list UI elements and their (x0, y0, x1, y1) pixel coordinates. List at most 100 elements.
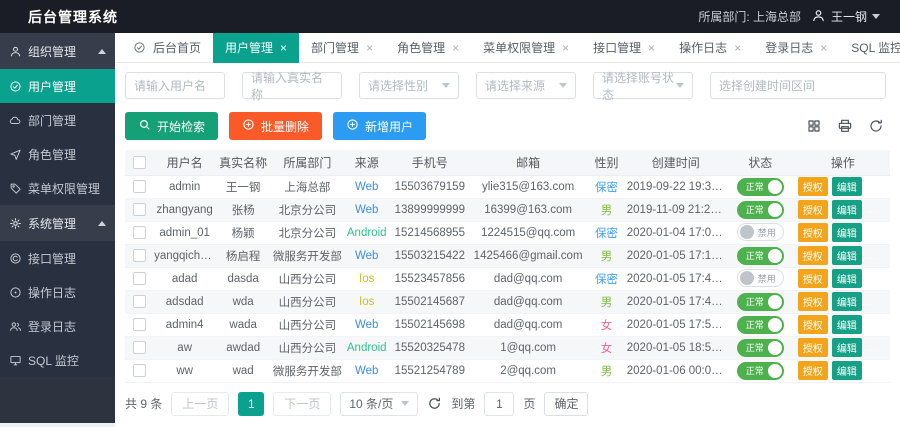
department-cell: 微服务开发部 (271, 244, 344, 267)
source-filter[interactable]: 请选择来源 (476, 72, 576, 99)
status-label: 正常 (746, 341, 764, 354)
status-toggle-off[interactable]: 禁用 (737, 223, 784, 241)
sidebar-item-label: 菜单权限管理 (28, 180, 100, 197)
realname-filter[interactable]: 请输入真实名称 (242, 72, 342, 99)
monitor-icon (9, 354, 22, 367)
edit-button[interactable]: 编辑 (832, 292, 862, 311)
tab-label: 部门管理 (311, 39, 359, 56)
row-checkbox[interactable] (133, 180, 146, 193)
goto-page-input[interactable]: 1 (484, 392, 514, 416)
batch-delete-button[interactable]: 批量删除 (229, 112, 322, 140)
authorize-button[interactable]: 授权 (798, 361, 828, 380)
authorize-button[interactable]: 授权 (798, 315, 828, 334)
status-toggle-on[interactable]: 正常 (737, 178, 784, 196)
close-icon[interactable]: × (366, 42, 373, 54)
placeholder-text: 请选择账号状态 (602, 69, 676, 103)
account-status-filter[interactable]: 请选择账号状态 (593, 72, 693, 99)
status-toggle-on[interactable]: 正常 (737, 316, 784, 334)
row-checkbox[interactable] (133, 341, 146, 354)
edit-button[interactable]: 编辑 (832, 177, 862, 196)
authorize-button[interactable]: 授权 (798, 246, 828, 265)
confirm-button[interactable]: 确定 (544, 392, 588, 416)
sidebar-item-operation-log[interactable]: 操作日志 (0, 275, 115, 309)
authorize-button[interactable]: 授权 (798, 292, 828, 311)
row-checkbox-cell (125, 336, 154, 359)
status-cell: 正常 (725, 336, 796, 359)
username-filter[interactable]: 请输入用户名 (125, 72, 225, 99)
row-checkbox[interactable] (133, 226, 146, 239)
edit-button[interactable]: 编辑 (832, 315, 862, 334)
department-cell: 上海总部 (271, 175, 344, 198)
user-menu[interactable]: 王一钢 (811, 8, 880, 26)
status-toggle-on[interactable]: 正常 (737, 293, 784, 311)
sidebar-group-organization-management[interactable]: 组织管理 (0, 33, 115, 69)
tab-department-management[interactable]: 部门管理 × (299, 33, 385, 63)
add-user-button[interactable]: 新增用户 (333, 112, 426, 140)
status-toggle-off[interactable]: 禁用 (737, 269, 784, 287)
column-settings-icon[interactable] (806, 118, 822, 134)
prev-page-button[interactable]: 上一页 (171, 392, 229, 416)
close-icon[interactable]: × (562, 42, 569, 54)
row-checkbox[interactable] (133, 203, 146, 216)
authorize-button[interactable]: 授权 (798, 177, 828, 196)
created-range-filter[interactable]: 选择创建时间区间 (710, 72, 886, 99)
close-icon[interactable]: × (734, 42, 741, 54)
gender-filter[interactable]: 请选择性别 (359, 72, 459, 99)
tab-sql-monitor[interactable]: SQL 监控× (839, 33, 900, 63)
row-checkbox[interactable] (133, 318, 146, 331)
edit-button[interactable]: 编辑 (832, 200, 862, 219)
tab-user-management[interactable]: 用户管理× (213, 33, 299, 63)
authorize-button[interactable]: 授权 (798, 338, 828, 357)
next-page-button[interactable]: 下一页 (273, 392, 331, 416)
page-number-1[interactable]: 1 (238, 392, 264, 416)
edit-button[interactable]: 编辑 (832, 338, 862, 357)
tab-login-log[interactable]: 登录日志× (753, 33, 839, 63)
username-cell: zhangyang (154, 198, 215, 221)
row-checkbox[interactable] (133, 295, 146, 308)
tab-operation-log[interactable]: 操作日志× (667, 33, 753, 63)
tab-menu-permission-management[interactable]: 菜单权限管理× (471, 33, 581, 63)
close-icon[interactable]: × (648, 42, 655, 54)
row-checkbox[interactable] (133, 249, 146, 262)
tab-home[interactable]: 后台首页 (121, 33, 213, 63)
sidebar-item-interface-management[interactable]: 接口管理 (0, 241, 115, 275)
placeholder-text: 请输入真实名称 (251, 69, 333, 103)
authorize-button[interactable]: 授权 (798, 269, 828, 288)
refresh-icon[interactable] (427, 396, 442, 411)
refresh-icon[interactable] (868, 118, 884, 134)
status-toggle-on[interactable]: 正常 (737, 362, 784, 380)
sidebar-item-user-management[interactable]: 用户管理 (0, 69, 115, 103)
close-icon[interactable]: × (280, 42, 287, 54)
select-all-checkbox[interactable] (133, 156, 146, 169)
authorize-button[interactable]: 授权 (798, 200, 828, 219)
search-button[interactable]: 开始检索 (125, 112, 218, 140)
tab-interface-management[interactable]: 接口管理× (581, 33, 667, 63)
status-toggle-on[interactable]: 正常 (737, 201, 784, 219)
sidebar-group-system-management[interactable]: 系统管理 (0, 205, 115, 241)
print-icon[interactable] (837, 118, 853, 134)
edit-button[interactable]: 编辑 (832, 361, 862, 380)
sidebar-item-label: 登录日志 (28, 318, 76, 335)
sidebar-item-login-log[interactable]: 登录日志 (0, 309, 115, 343)
gender-cell: 保密 (586, 175, 627, 198)
page-size-select[interactable]: 10 条/页 (340, 392, 418, 416)
page-unit-label: 页 (523, 395, 535, 412)
close-icon[interactable]: × (452, 42, 459, 54)
status-toggle-on[interactable]: 正常 (737, 339, 784, 357)
sidebar-item-role-management[interactable]: 角色管理 (0, 137, 115, 171)
chevron-down-icon (676, 83, 684, 88)
edit-button[interactable]: 编辑 (832, 246, 862, 265)
row-checkbox[interactable] (133, 364, 146, 377)
sidebar-item-sql-monitor[interactable]: SQL 监控 (0, 343, 115, 377)
sidebar-item-department-management[interactable]: 部门管理 (0, 103, 115, 137)
edit-button[interactable]: 编辑 (832, 223, 862, 242)
close-icon[interactable]: × (820, 42, 827, 54)
edit-button[interactable]: 编辑 (832, 269, 862, 288)
tab-role-management[interactable]: 角色管理 × (385, 33, 471, 63)
authorize-button[interactable]: 授权 (798, 223, 828, 242)
sidebar-item-menu-permission-management[interactable]: 菜单权限管理 (0, 171, 115, 205)
status-toggle-on[interactable]: 正常 (737, 247, 784, 265)
row-checkbox[interactable] (133, 272, 146, 285)
goto-label: 到第 (451, 395, 475, 412)
tab-label: 角色管理 (397, 39, 445, 56)
